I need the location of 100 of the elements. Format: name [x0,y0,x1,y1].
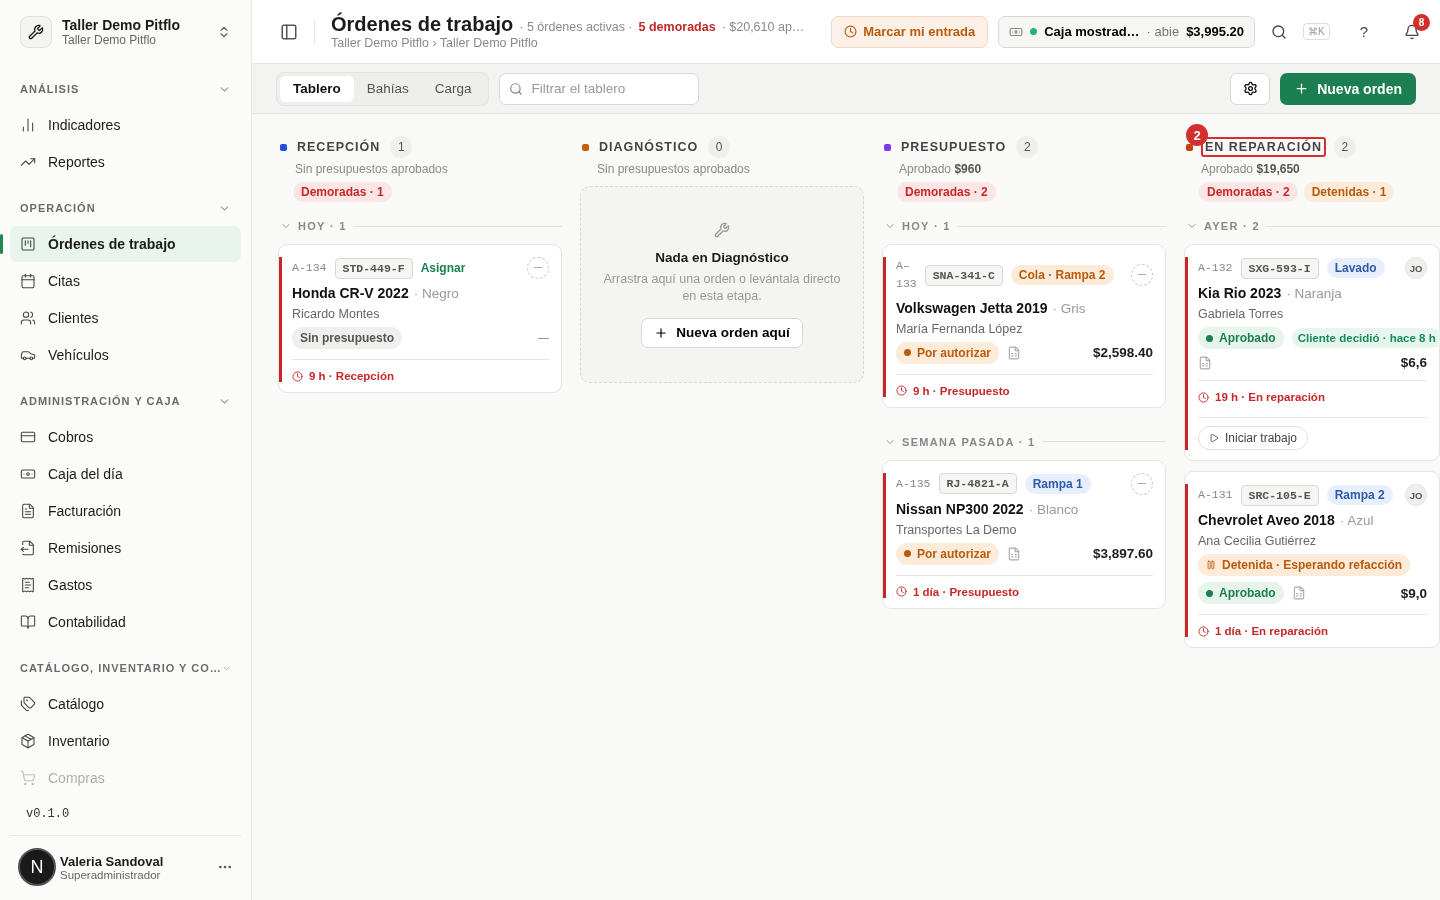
nav-item[interactable]: Indicadores [10,107,241,143]
vehicle-name: Volkswagen Jetta 2019 [896,299,1048,316]
stage-filter-chip[interactable]: Demoradas · 2 [1199,182,1298,202]
stage-title: EN REPARACIÓN [1201,137,1326,157]
nav-item[interactable]: Facturación [10,493,241,529]
stage-filter-chip[interactable]: Detenidas · 1 [1303,182,1395,202]
view-tab[interactable]: Bahías [353,75,422,102]
assign-link[interactable]: Asignar [420,258,466,278]
order-card[interactable]: A-135 RJ-4821-A Rampa 1 Nissan NP300 2022 · Blanco Transportes La Demo Por autorizar $3,897.60 1 día · Presupuesto [882,459,1166,609]
group-label: SEMANA PASADA · 1 [902,435,1036,448]
vehicle-color: · Negro [413,286,459,301]
order-number: A-135 [896,475,931,492]
order-card[interactable]: A– 133 SNA-341-C Cola · Rampa 2 Volkswagen Jetta 2019 · Gris María Fernanda López Por autorizar $2,598.40 9 h · Presupuesto [882,244,1166,408]
stage-title: PRESUPUESTO [900,139,1008,155]
order-card[interactable]: A-134 STD-449-F Asignar Honda CR-V 2022 · Negro Ricardo Montes Sin presupuesto 9 h · Recepción [278,244,562,393]
bay-tag: Cola · Rampa 2 [1010,265,1114,286]
user-name: Valeria Sandoval [60,853,165,869]
document-icon[interactable] [1198,355,1212,370]
new-order-button[interactable]: Nueva orden [1280,72,1416,105]
workspace-name[interactable]: Taller Demo Pitflo [62,17,207,33]
nav-item[interactable]: Clientes [10,300,241,336]
stage-count: 1 [390,136,413,158]
status-pill: Cliente decidió · hace 8 h [1291,328,1440,348]
nav-item[interactable]: Cobros [10,419,241,455]
user-avatar[interactable]: N [18,848,56,886]
order-card[interactable]: A-131 SRC-105-E Rampa 2 JO Chevrolet Aveo 2018 · Azul Ana Cecilia Gutiérrez Detenida · Esperando refacción Aprobado $9,0 1 día · En reparación [1184,471,1440,648]
vehicle-name: Honda CR-V 2022 [292,285,409,301]
stage-summary: Sin presupuestos aprobados [596,162,751,176]
license-plate: RJ-4821-A [938,473,1017,495]
order-amount: $3,897.60 [1092,546,1153,562]
nav-item[interactable]: Catálogo [10,686,241,722]
user-role: Superadministrador [60,868,162,881]
empty-title: Nada en Diagnóstico [655,249,789,265]
customer-name: Transportes La Demo [896,522,1018,537]
bay-tag: Lavado [1326,258,1385,278]
assignee-avatar[interactable]: JO [1405,484,1427,506]
elapsed-time: 19 h · En reparación [1215,391,1325,403]
new-order-here-button[interactable]: Nueva orden aquí [641,317,803,348]
order-number: A-132 [1198,259,1233,276]
start-work-button[interactable]: Iniciar trabajo [1198,426,1309,450]
notification-count: 8 [1413,13,1430,31]
export-icon [20,540,36,556]
empty-amount-dash [538,337,549,339]
settings-button[interactable] [1230,72,1271,105]
nav-item[interactable]: Gastos [10,567,241,603]
customer-name: María Fernanda López [896,321,1024,336]
stage-summary: Sin presupuestos aprobados [294,162,449,176]
bar-chart-icon [20,117,36,133]
license-plate: SXG-593-I [1240,257,1319,279]
stage-count: 0 [708,136,731,158]
group-label: HOY · 1 [298,220,347,232]
view-tab[interactable]: Carga [421,75,485,102]
kanban-icon [20,236,36,252]
sidebar-toggle-icon[interactable] [280,22,298,41]
vehicle-color: · Azul [1339,513,1374,528]
nav-item[interactable]: Inventario [10,723,241,759]
clock-in-button[interactable]: Marcar mi entrada [831,15,989,48]
document-icon[interactable] [1007,546,1021,561]
nav-item[interactable]: Contabilidad [10,604,241,640]
section-title: OPERACIÓN [20,202,96,214]
pause-icon [1206,560,1216,570]
nav-item[interactable]: Remisiones [10,530,241,566]
stage-count: 2 [1333,136,1356,158]
customer-name: Ana Cecilia Gutiérrez [1198,534,1318,548]
filter-field[interactable]: Filtrar el tablero [498,72,699,105]
order-card[interactable]: A-132 SXG-593-I Lavado JO Kia Rio 2023 · Naranja Gabriela Torres Aprobado Cliente decidió · hace 8 h $6,6 19 h · En reparación Iniciar trabajo [1184,244,1440,461]
assignee-avatar[interactable]: JO [1405,257,1427,279]
nav-item[interactable]: Citas [10,263,241,299]
nav-item[interactable]: Vehículos [10,337,241,373]
summary-stat: · 5 órdenes activas · [519,20,633,34]
clock-icon [1198,391,1209,403]
box-icon [20,733,36,749]
order-amount: $6,6 [1400,355,1427,370]
vehicle-color: · Gris [1052,300,1086,316]
document-icon[interactable] [1007,345,1021,360]
plus-icon [1294,81,1310,96]
stage-filter-chip[interactable]: Demoradas · 1 [293,182,392,202]
bay-tag: Rampa 1 [1024,473,1091,494]
empty-message: Arrastra aquí una orden o levántala directo en esta etapa. [602,270,842,305]
stage-filter-chip[interactable]: Demoradas · 2 [897,182,996,202]
stage-summary: Aprobado $960 [898,162,983,176]
vehicle-name: Nissan NP300 2022 [896,500,1024,517]
status-pill: Aprobado [1198,582,1284,604]
vehicle-name: Kia Rio 2023 [1198,285,1282,301]
clock-icon [1198,625,1209,637]
card-icon [20,429,36,445]
bay-tag: Rampa 2 [1326,485,1393,505]
view-tab[interactable]: Tablero [280,75,354,102]
nav-item[interactable]: Reportes [10,144,241,180]
cart-icon [20,770,36,786]
document-icon[interactable] [1291,586,1306,600]
help-button[interactable]: ? [1353,17,1374,46]
stage-title: RECEPCIÓN [296,139,382,155]
stage-summary: Aprobado $19,650 [1200,162,1301,176]
play-icon [1209,433,1219,443]
wrench-icon [20,16,52,48]
nav-item[interactable]: Caja del día [10,456,241,492]
clock-icon [896,385,907,397]
vehicle-name: Chevrolet Aveo 2018 [1198,512,1335,528]
cash-register-button[interactable]: Caja mostrad… · abie $3,995.20 [998,15,1255,48]
